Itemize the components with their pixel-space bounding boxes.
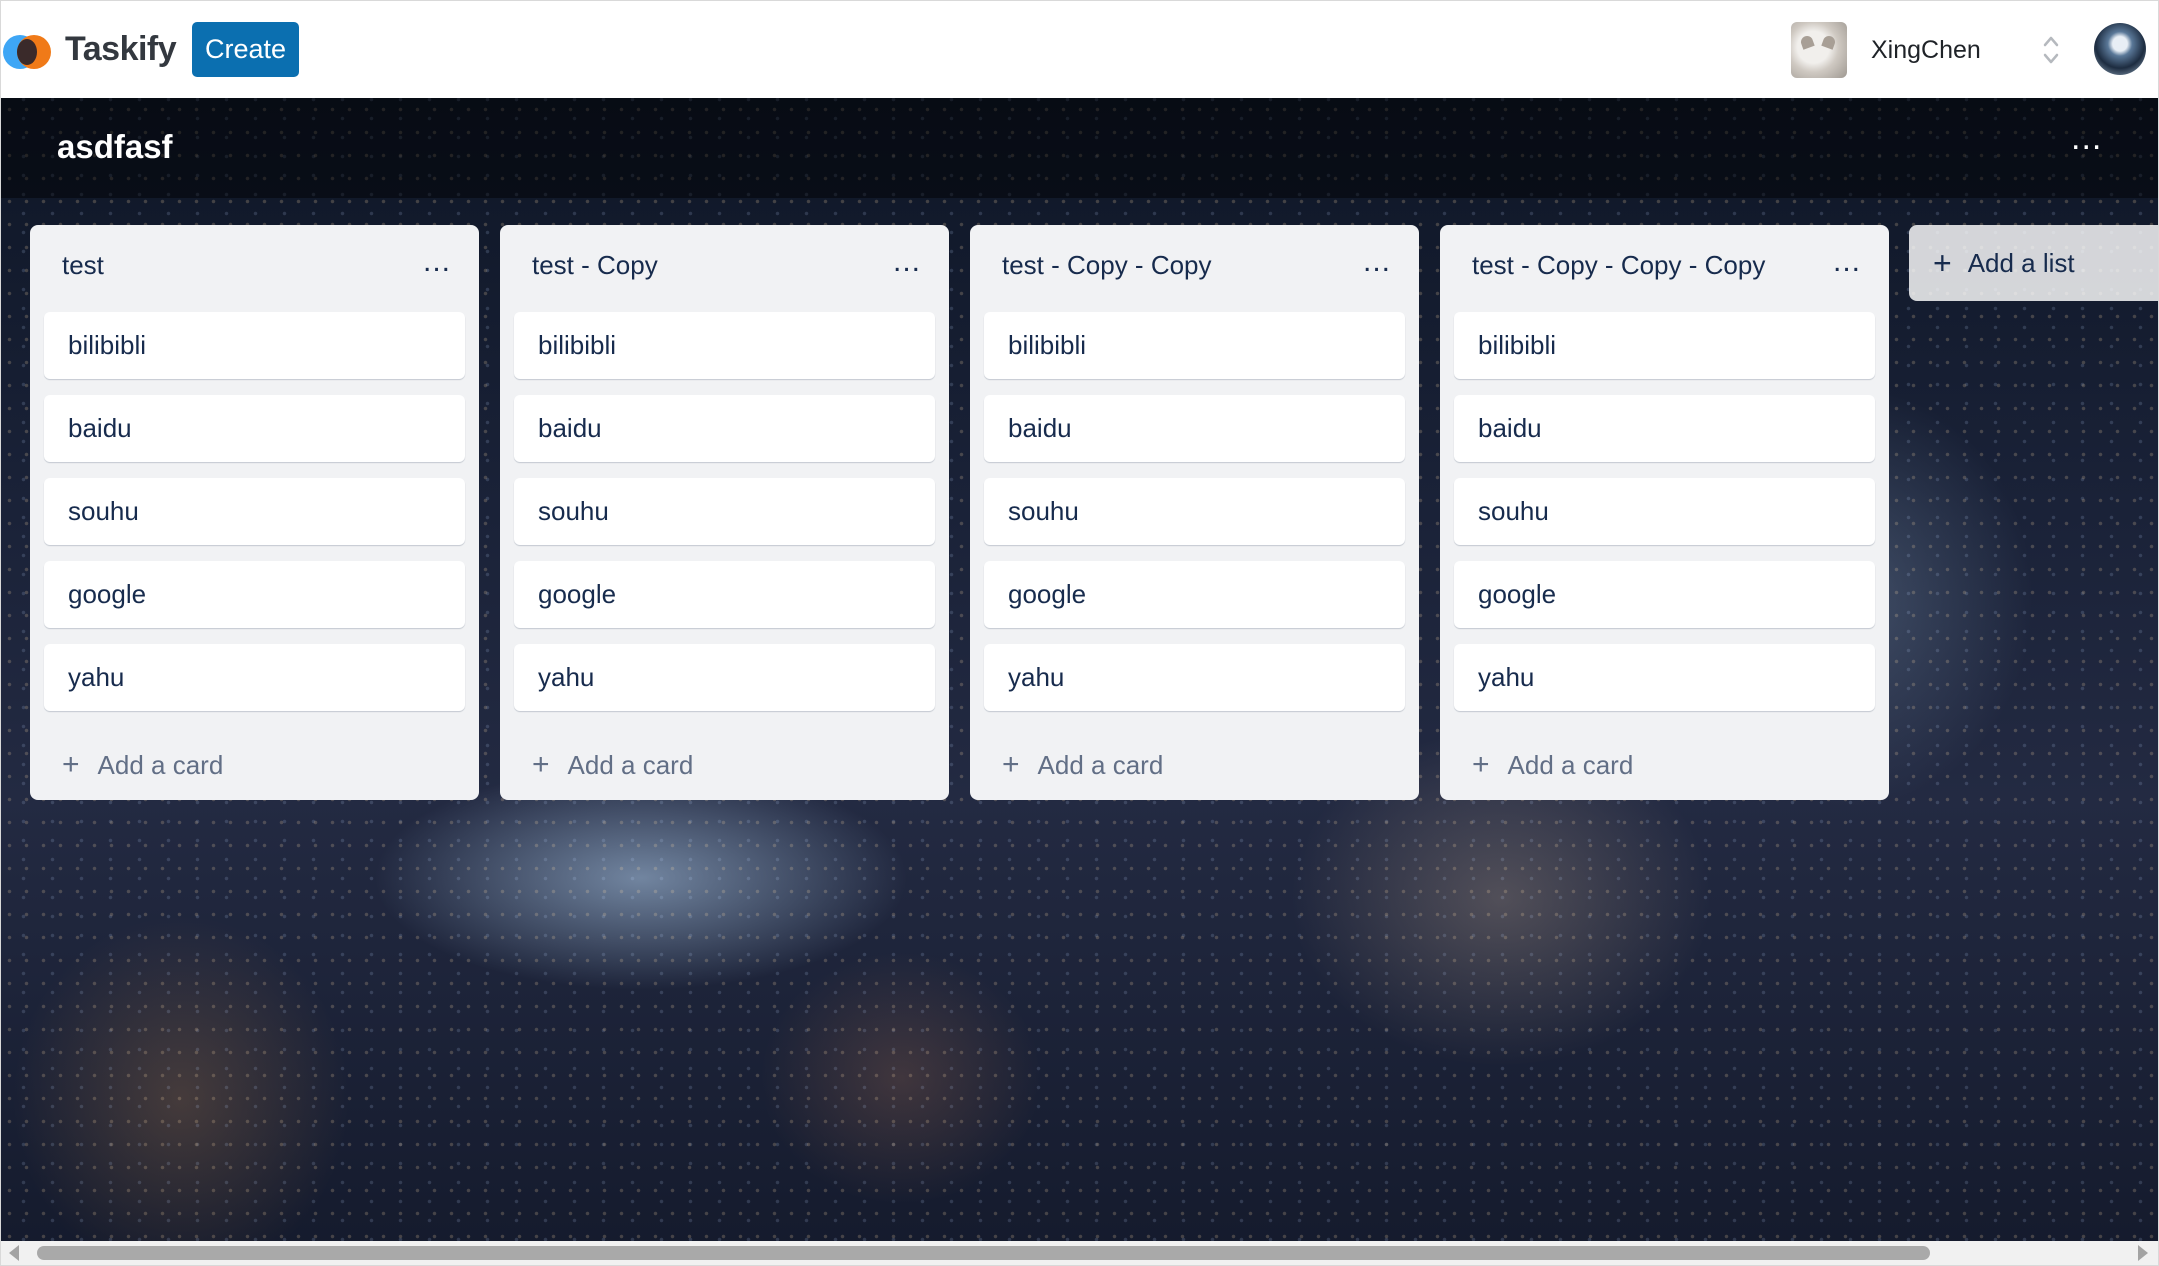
board-title[interactable]: asdfasf bbox=[57, 128, 173, 166]
add-card-label: Add a card bbox=[97, 749, 224, 780]
list-menu-icon[interactable]: ... bbox=[893, 245, 921, 279]
add-card-label: Add a card bbox=[567, 749, 694, 780]
list-column[interactable]: test - Copy - Copy ... bilibibli baidu s… bbox=[970, 225, 1419, 800]
card[interactable]: yahu bbox=[984, 644, 1405, 711]
list-title[interactable]: test - Copy - Copy bbox=[1002, 250, 1212, 281]
card[interactable]: bilibibli bbox=[1454, 312, 1875, 379]
add-card-button[interactable]: + Add a card bbox=[62, 748, 223, 782]
plus-icon: + bbox=[1002, 748, 1020, 781]
add-card-button[interactable]: + Add a card bbox=[1472, 748, 1633, 782]
card[interactable]: souhu bbox=[1454, 478, 1875, 545]
card[interactable]: baidu bbox=[1454, 395, 1875, 462]
card[interactable]: yahu bbox=[514, 644, 935, 711]
card-list: bilibibli baidu souhu google yahu bbox=[984, 312, 1405, 727]
top-navbar: Taskify Create XingChen bbox=[1, 1, 2158, 98]
add-list-label: Add a list bbox=[1967, 247, 2075, 278]
app-window: Taskify Create XingChen asdfasf ... test… bbox=[0, 0, 2159, 1266]
list-title[interactable]: test bbox=[62, 250, 104, 281]
user-avatar[interactable] bbox=[2094, 23, 2146, 75]
card-list: bilibibli baidu souhu google yahu bbox=[1454, 312, 1875, 727]
list-header[interactable]: test ... bbox=[30, 225, 479, 306]
plus-icon: + bbox=[532, 748, 550, 781]
card[interactable]: google bbox=[1454, 561, 1875, 628]
add-card-button[interactable]: + Add a card bbox=[532, 748, 693, 782]
board-canvas: asdfasf ... test ... bilibibli baidu sou… bbox=[1, 98, 2158, 1265]
card[interactable]: souhu bbox=[984, 478, 1405, 545]
up-down-chevron-icon bbox=[2043, 36, 2059, 64]
plus-icon: + bbox=[1472, 748, 1490, 781]
card[interactable]: bilibibli bbox=[514, 312, 935, 379]
org-avatar bbox=[1791, 22, 1847, 78]
card[interactable]: yahu bbox=[1454, 644, 1875, 711]
board-header: asdfasf ... bbox=[1, 98, 2158, 198]
add-card-label: Add a card bbox=[1507, 749, 1634, 780]
card[interactable]: google bbox=[984, 561, 1405, 628]
card[interactable]: baidu bbox=[514, 395, 935, 462]
org-switcher[interactable]: XingChen bbox=[1791, 22, 2059, 78]
plus-icon: + bbox=[62, 748, 80, 781]
card[interactable]: google bbox=[514, 561, 935, 628]
list-title[interactable]: test - Copy bbox=[532, 250, 658, 281]
list-column[interactable]: test - Copy - Copy - Copy ... bilibibli … bbox=[1440, 225, 1889, 800]
app-name: Taskify bbox=[65, 29, 177, 68]
list-menu-icon[interactable]: ... bbox=[423, 245, 451, 279]
list-column[interactable]: test - Copy ... bilibibli baidu souhu go… bbox=[500, 225, 949, 800]
card[interactable]: souhu bbox=[44, 478, 465, 545]
add-card-label: Add a card bbox=[1037, 749, 1164, 780]
logo[interactable]: Taskify bbox=[3, 29, 177, 69]
scroll-left-arrow-icon[interactable] bbox=[9, 1245, 19, 1261]
list-column[interactable]: test ... bilibibli baidu souhu google ya… bbox=[30, 225, 479, 800]
list-title[interactable]: test - Copy - Copy - Copy bbox=[1472, 250, 1765, 281]
plus-icon: + bbox=[1933, 244, 1952, 281]
lists-container: test ... bilibibli baidu souhu google ya… bbox=[30, 225, 1889, 800]
list-header[interactable]: test - Copy - Copy - Copy ... bbox=[1440, 225, 1889, 306]
board-more-icon[interactable]: ... bbox=[2071, 121, 2102, 155]
list-header[interactable]: test - Copy - Copy ... bbox=[970, 225, 1419, 306]
card[interactable]: baidu bbox=[44, 395, 465, 462]
list-menu-icon[interactable]: ... bbox=[1363, 245, 1391, 279]
card[interactable]: google bbox=[44, 561, 465, 628]
create-button[interactable]: Create bbox=[192, 22, 299, 77]
add-card-button[interactable]: + Add a card bbox=[1002, 748, 1163, 782]
org-name: XingChen bbox=[1871, 35, 1981, 64]
card[interactable]: souhu bbox=[514, 478, 935, 545]
logo-icon bbox=[3, 29, 53, 69]
card[interactable]: baidu bbox=[984, 395, 1405, 462]
card-list: bilibibli baidu souhu google yahu bbox=[514, 312, 935, 727]
card-list: bilibibli baidu souhu google yahu bbox=[44, 312, 465, 727]
card[interactable]: yahu bbox=[44, 644, 465, 711]
scrollbar-thumb[interactable] bbox=[37, 1246, 1930, 1260]
list-header[interactable]: test - Copy ... bbox=[500, 225, 949, 306]
horizontal-scrollbar[interactable] bbox=[1, 1241, 2158, 1265]
card[interactable]: bilibibli bbox=[984, 312, 1405, 379]
list-menu-icon[interactable]: ... bbox=[1833, 245, 1861, 279]
scroll-right-arrow-icon[interactable] bbox=[2138, 1245, 2148, 1261]
add-list-button[interactable]: + Add a list bbox=[1909, 225, 2158, 301]
card[interactable]: bilibibli bbox=[44, 312, 465, 379]
